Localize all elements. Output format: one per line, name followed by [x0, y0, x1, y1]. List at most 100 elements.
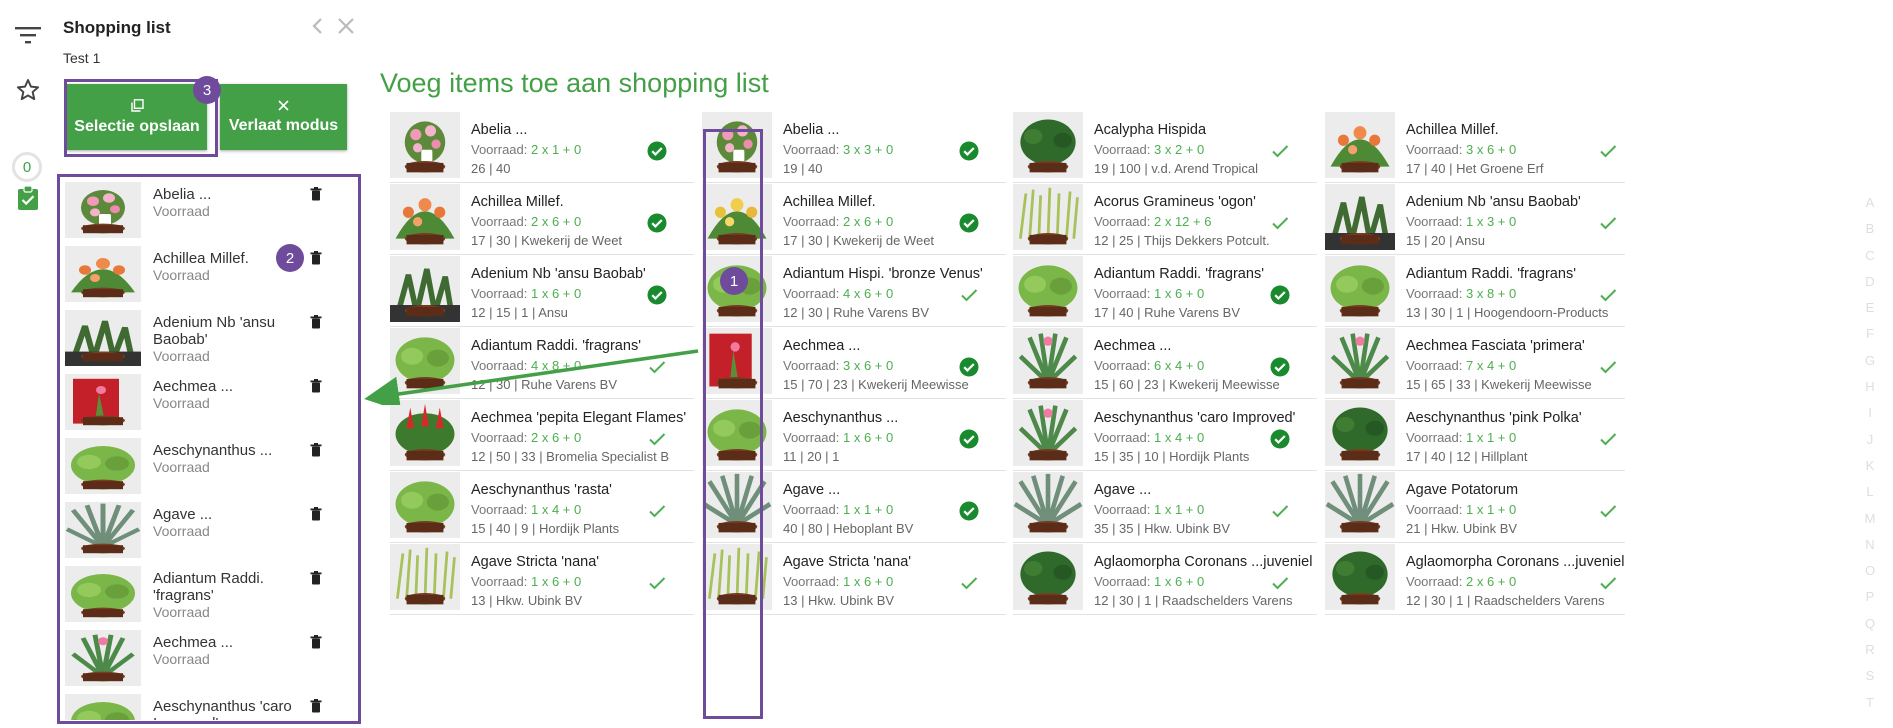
product-card[interactable]: Aglaomorpha Coronans ...juveniel Voorraad… [1325, 544, 1625, 615]
product-card[interactable]: Agave ... Voorraad: 1 x 1 + 0 35 | 35 | Hk… [1013, 472, 1317, 543]
alphabet-letter[interactable]: P [1862, 589, 1878, 615]
product-card[interactable]: Achillea Millef. Voorraad: 3 x 6 + 0 17 | … [1325, 112, 1625, 183]
alphabet-letter[interactable]: H [1862, 379, 1878, 405]
product-stock: Voorraad: 1 x 6 + 0 [471, 574, 581, 589]
product-card[interactable]: Aeschynanthus 'rasta' Voorraad: 1 x 4 + 0… [390, 472, 694, 543]
check-icon[interactable] [1597, 356, 1619, 378]
check-circle-icon[interactable] [958, 500, 980, 522]
alphabet-letter[interactable]: K [1862, 458, 1878, 484]
product-card[interactable]: Aechmea Fasciata 'primera' Voorraad: 7 x … [1325, 328, 1625, 399]
close-icon[interactable] [336, 16, 356, 41]
alphabet-letter[interactable]: T [1862, 695, 1878, 721]
selection-counter: 0 [12, 152, 42, 182]
check-icon[interactable] [646, 428, 668, 450]
alphabet-letter[interactable]: I [1862, 405, 1878, 431]
product-card[interactable]: Adiantum Raddi. 'fragrans' Voorraad: 3 x … [1325, 256, 1625, 327]
product-card[interactable]: Abelia ... Voorraad: 2 x 1 + 0 26 | 40 [390, 112, 694, 183]
stock-value: 1 x 6 + 0 [843, 430, 894, 445]
check-icon[interactable] [1269, 500, 1291, 522]
exit-mode-button[interactable]: Verlaat modus [220, 84, 347, 150]
product-stock: Voorraad: 4 x 6 + 0 [783, 286, 893, 301]
product-stock: Voorraad: 2 x 6 + 0 [783, 214, 893, 229]
check-icon[interactable] [646, 572, 668, 594]
alphabet-letter[interactable]: E [1862, 300, 1878, 326]
product-name: Adiantum Raddi. 'fragrans' [1094, 266, 1264, 282]
product-card[interactable]: Aeschynanthus 'pink Polka' Voorraad: 1 x … [1325, 400, 1625, 471]
check-circle-icon[interactable] [646, 284, 668, 306]
check-circle-icon[interactable] [958, 428, 980, 450]
check-icon[interactable] [1269, 572, 1291, 594]
check-circle-icon[interactable] [646, 212, 668, 234]
check-icon[interactable] [1597, 212, 1619, 234]
check-circle-icon[interactable] [1269, 356, 1291, 378]
product-card[interactable]: Aechmea ... Voorraad: 6 x 4 + 0 15 | 60 | … [1013, 328, 1317, 399]
product-card[interactable]: Aglaomorpha Coronans ...juveniel Voorraad… [1013, 544, 1317, 615]
check-icon[interactable] [1269, 140, 1291, 162]
check-icon[interactable] [646, 500, 668, 522]
product-stock: Voorraad: 1 x 3 + 0 [1406, 214, 1516, 229]
product-card[interactable]: Adiantum Raddi. 'fragrans' Voorraad: 1 x … [1013, 256, 1317, 327]
alphabet-letter[interactable]: R [1862, 642, 1878, 668]
check-circle-icon[interactable] [1269, 428, 1291, 450]
product-card[interactable]: Acorus Gramineus 'ogon' Voorraad: 2 x 12 … [1013, 184, 1317, 255]
product-meta: 19 | 100 | v.d. Arend Tropical [1094, 161, 1259, 176]
alphabet-letter[interactable]: D [1862, 274, 1878, 300]
alphabet-letter[interactable]: M [1862, 511, 1878, 537]
alphabet-letter[interactable]: B [1862, 221, 1878, 247]
alphabet-letter[interactable]: C [1862, 248, 1878, 274]
product-stock: Voorraad: 3 x 8 + 0 [1406, 286, 1516, 301]
check-icon[interactable] [1269, 212, 1291, 234]
chevron-left-icon[interactable] [310, 16, 326, 41]
product-name: Agave Stricta 'nana' [471, 554, 600, 570]
plant-thumbnail [1325, 112, 1395, 178]
check-circle-icon[interactable] [958, 356, 980, 378]
stock-label: Voorraad: [1406, 574, 1463, 589]
check-icon[interactable] [1597, 500, 1619, 522]
product-card[interactable]: Aechmea 'pepita Elegant Flames' Voorraad:… [390, 400, 694, 471]
check-circle-icon[interactable] [646, 140, 668, 162]
stock-value: 1 x 1 + 0 [1466, 502, 1517, 517]
product-meta: 12 | 15 | 1 | Ansu [471, 305, 568, 320]
product-stock: Voorraad: 2 x 12 + 6 [1094, 214, 1211, 229]
check-icon[interactable] [1597, 428, 1619, 450]
icon-rail: 0 [0, 0, 56, 728]
check-icon[interactable] [1597, 572, 1619, 594]
check-icon[interactable] [1597, 140, 1619, 162]
product-meta: 21 | Hkw. Ubink BV [1406, 521, 1518, 536]
product-card[interactable]: Acalypha Hispida Voorraad: 3 x 2 + 0 19 | … [1013, 112, 1317, 183]
stock-label: Voorraad: [1406, 142, 1463, 157]
plant-thumbnail [390, 472, 460, 538]
product-card[interactable]: Agave Stricta 'nana' Voorraad: 1 x 6 + 01… [390, 544, 694, 615]
check-icon[interactable] [958, 572, 980, 594]
stock-value: 1 x 6 + 0 [531, 574, 582, 589]
product-card[interactable]: Agave Potatorum Voorraad: 1 x 1 + 0 21 | H… [1325, 472, 1625, 543]
alphabet-letter[interactable]: N [1862, 537, 1878, 563]
product-card[interactable]: Achillea Millef. Voorraad: 2 x 6 + 0 17 | … [390, 184, 694, 255]
clipboard-check-icon[interactable] [14, 184, 42, 212]
check-icon[interactable] [1597, 284, 1619, 306]
product-stock: Voorraad: 2 x 6 + 0 [1406, 574, 1516, 589]
alphabet-letter[interactable]: Q [1862, 616, 1878, 642]
product-card[interactable]: Adenium Nb 'ansu Baobab' Voorraad: 1 x 6 … [390, 256, 694, 327]
filter-icon[interactable] [14, 21, 42, 49]
alphabet-letter[interactable]: J [1862, 432, 1878, 458]
product-meta: 40 | 80 | Heboplant BV [783, 521, 914, 536]
alphabet-letter[interactable]: F [1862, 326, 1878, 352]
check-circle-icon[interactable] [958, 140, 980, 162]
plant-thumbnail [1325, 256, 1395, 322]
check-circle-icon[interactable] [958, 212, 980, 234]
alphabet-letter[interactable]: O [1862, 563, 1878, 589]
star-icon[interactable] [14, 76, 42, 104]
alphabet-letter[interactable]: G [1862, 353, 1878, 379]
product-meta: 17 | 40 | 12 | Hillplant [1406, 449, 1528, 464]
product-card[interactable]: Adenium Nb 'ansu Baobab' Voorraad: 1 x 3 … [1325, 184, 1625, 255]
alphabet-letter[interactable]: A [1862, 195, 1878, 221]
check-icon[interactable] [958, 284, 980, 306]
stock-value: 1 x 1 + 0 [1466, 430, 1517, 445]
product-card[interactable]: Aeschynanthus 'caro Improved' Voorraad: 1… [1013, 400, 1317, 471]
stock-label: Voorraad: [1406, 502, 1463, 517]
plant-thumbnail [1013, 544, 1083, 610]
alphabet-letter[interactable]: S [1862, 668, 1878, 694]
alphabet-letter[interactable]: L [1862, 484, 1878, 510]
check-circle-icon[interactable] [1269, 284, 1291, 306]
